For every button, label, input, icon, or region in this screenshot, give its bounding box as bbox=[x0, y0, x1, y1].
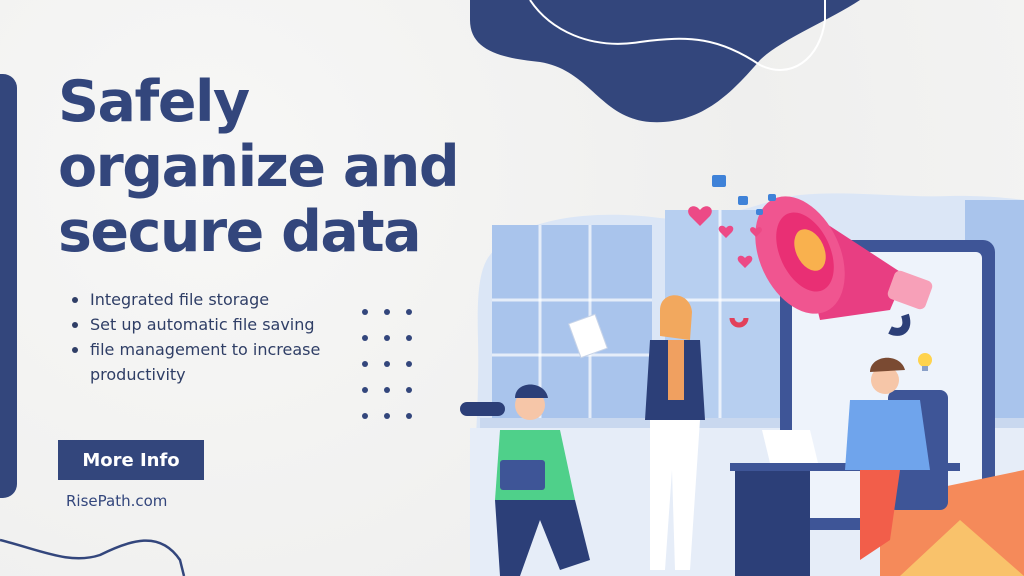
office-scene bbox=[460, 175, 1024, 576]
feature-item: Set up automatic file saving bbox=[72, 312, 332, 337]
feature-list: Integrated file storage Set up automatic… bbox=[72, 287, 332, 387]
bottom-wave-line bbox=[0, 538, 186, 576]
binoculars-icon bbox=[460, 402, 505, 416]
top-blob-shape bbox=[470, 0, 860, 123]
dot-grid-decoration bbox=[362, 309, 422, 449]
left-accent-bar bbox=[0, 74, 17, 498]
laptop-icon bbox=[762, 430, 818, 463]
headline-line-3: secure data bbox=[58, 199, 422, 265]
feature-item: Integrated file storage bbox=[72, 287, 332, 312]
more-info-button[interactable]: More Info bbox=[58, 440, 204, 480]
headline-line-1: Safely bbox=[58, 69, 250, 135]
website-link[interactable]: RisePath.com bbox=[66, 492, 167, 510]
desk-base bbox=[735, 471, 810, 576]
page-headline: Safely organize and secure data bbox=[58, 69, 460, 265]
headline-line-2: organize and bbox=[58, 134, 460, 200]
feature-item: file management to increase productivity bbox=[72, 337, 332, 387]
